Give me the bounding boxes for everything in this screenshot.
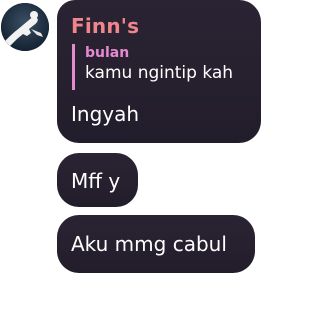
message-bubble[interactable]: Finn's bulan kamu ngintip kah Ingyah: [57, 0, 261, 143]
message-text: Mff y: [71, 169, 121, 193]
sender-name[interactable]: Finn's: [71, 14, 139, 38]
reply-author: bulan: [85, 45, 130, 61]
message-bubble[interactable]: Aku mmg cabul: [57, 215, 255, 273]
reply-text: kamu ngintip kah: [85, 63, 234, 83]
avatar-icon: [1, 3, 49, 51]
reply-quote[interactable]: bulan kamu ngintip kah: [72, 44, 252, 90]
message-text: Ingyah: [71, 102, 140, 126]
message-text: Aku mmg cabul: [71, 232, 227, 256]
message-bubble[interactable]: Mff y: [57, 153, 138, 207]
avatar[interactable]: [1, 3, 49, 51]
